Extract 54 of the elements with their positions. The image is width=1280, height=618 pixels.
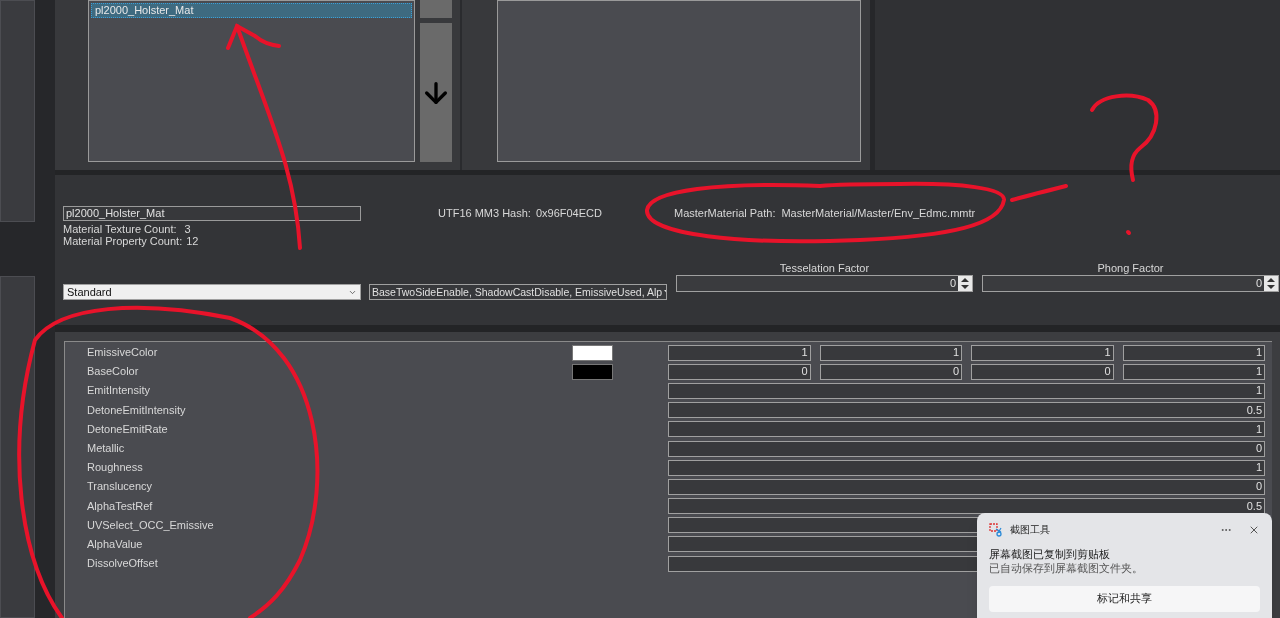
property-name: AlphaTestRef xyxy=(87,499,154,513)
master-path-label: MasterMaterial Path: xyxy=(673,207,776,220)
color-swatch[interactable] xyxy=(572,363,613,380)
close-icon[interactable] xyxy=(1248,524,1260,536)
value-field[interactable]: 1 xyxy=(668,421,1265,438)
property-name: UVSelect_OCC_Emissive xyxy=(87,518,215,532)
property-name: AlphaValue xyxy=(87,537,144,551)
property-name: EmitIntensity xyxy=(87,384,151,398)
property-name: Metallic xyxy=(87,442,126,456)
value-field[interactable]: 1 xyxy=(668,344,811,361)
value-field[interactable]: 0 xyxy=(971,363,1114,380)
scissors-icon xyxy=(989,523,1003,537)
app-name: 截图工具 xyxy=(1010,525,1050,535)
property-name: BaseColor xyxy=(87,365,140,379)
property-name: Roughness xyxy=(87,461,144,475)
flags-dropdown[interactable]: BaseTwoSideEnable, ShadowCastDisable, EmissiveUsed, Alp xyxy=(369,284,667,300)
value-field[interactable]: 0.5 xyxy=(668,498,1265,515)
material-list-item[interactable]: pl2000_Holster_Mat xyxy=(91,3,412,18)
spin-arrows-icon[interactable] xyxy=(1264,276,1278,291)
spin-arrows-icon[interactable] xyxy=(958,276,972,291)
value-field[interactable]: 0 xyxy=(668,363,811,380)
property-count-label: Material Property Count: xyxy=(63,235,183,247)
scroll-down-button[interactable] xyxy=(420,23,452,162)
factor-label: Tesselation Factor xyxy=(778,262,871,275)
factor-label: Phong Factor xyxy=(1096,262,1165,275)
value-field[interactable]: 0 xyxy=(668,440,1265,457)
property-count-value: 12 xyxy=(186,235,199,247)
markup-share-button[interactable]: 标记和共享 xyxy=(989,586,1260,612)
value-field[interactable]: 1 xyxy=(1122,363,1265,380)
property-name: DetoneEmitRate xyxy=(87,422,169,436)
property-name: DissolveOffset xyxy=(87,557,159,571)
value-field[interactable]: 0 xyxy=(668,478,1265,495)
factor-spinbox[interactable]: 0 xyxy=(676,275,973,292)
texture-count-label: Material Texture Count: xyxy=(63,223,177,235)
notification-title: 屏幕截图已复制到剪贴板 xyxy=(989,548,1111,562)
notification-body: 已自动保存到屏幕截图文件夹。 xyxy=(989,562,1144,576)
value-field[interactable]: 1 xyxy=(1122,344,1265,361)
value-field[interactable]: 0.5 xyxy=(668,402,1265,419)
value-field[interactable]: 1 xyxy=(668,382,1265,399)
shader-type-dropdown[interactable]: Standard xyxy=(63,284,361,300)
name-field[interactable]: pl2000_Holster_Mat xyxy=(63,206,361,221)
master-path-value: MasterMaterial/Master/Env_Edmc.mmtr xyxy=(781,207,976,220)
property-name: EmissiveColor xyxy=(87,346,159,360)
hash-label: UTF16 MM3 Hash: xyxy=(438,207,531,220)
factor-spinbox[interactable]: 0 xyxy=(982,275,1279,292)
value-field[interactable]: 0 xyxy=(819,363,962,380)
value-field[interactable]: 1 xyxy=(668,459,1265,476)
color-swatch[interactable] xyxy=(572,344,613,361)
property-name: Translucency xyxy=(87,480,153,494)
property-name: DetoneEmitIntensity xyxy=(87,403,187,417)
texture-count-value: 3 xyxy=(184,223,191,235)
value-field[interactable]: 1 xyxy=(819,344,962,361)
value-field[interactable]: 1 xyxy=(971,344,1114,361)
hash-value: 0x96F04ECD xyxy=(535,207,602,220)
